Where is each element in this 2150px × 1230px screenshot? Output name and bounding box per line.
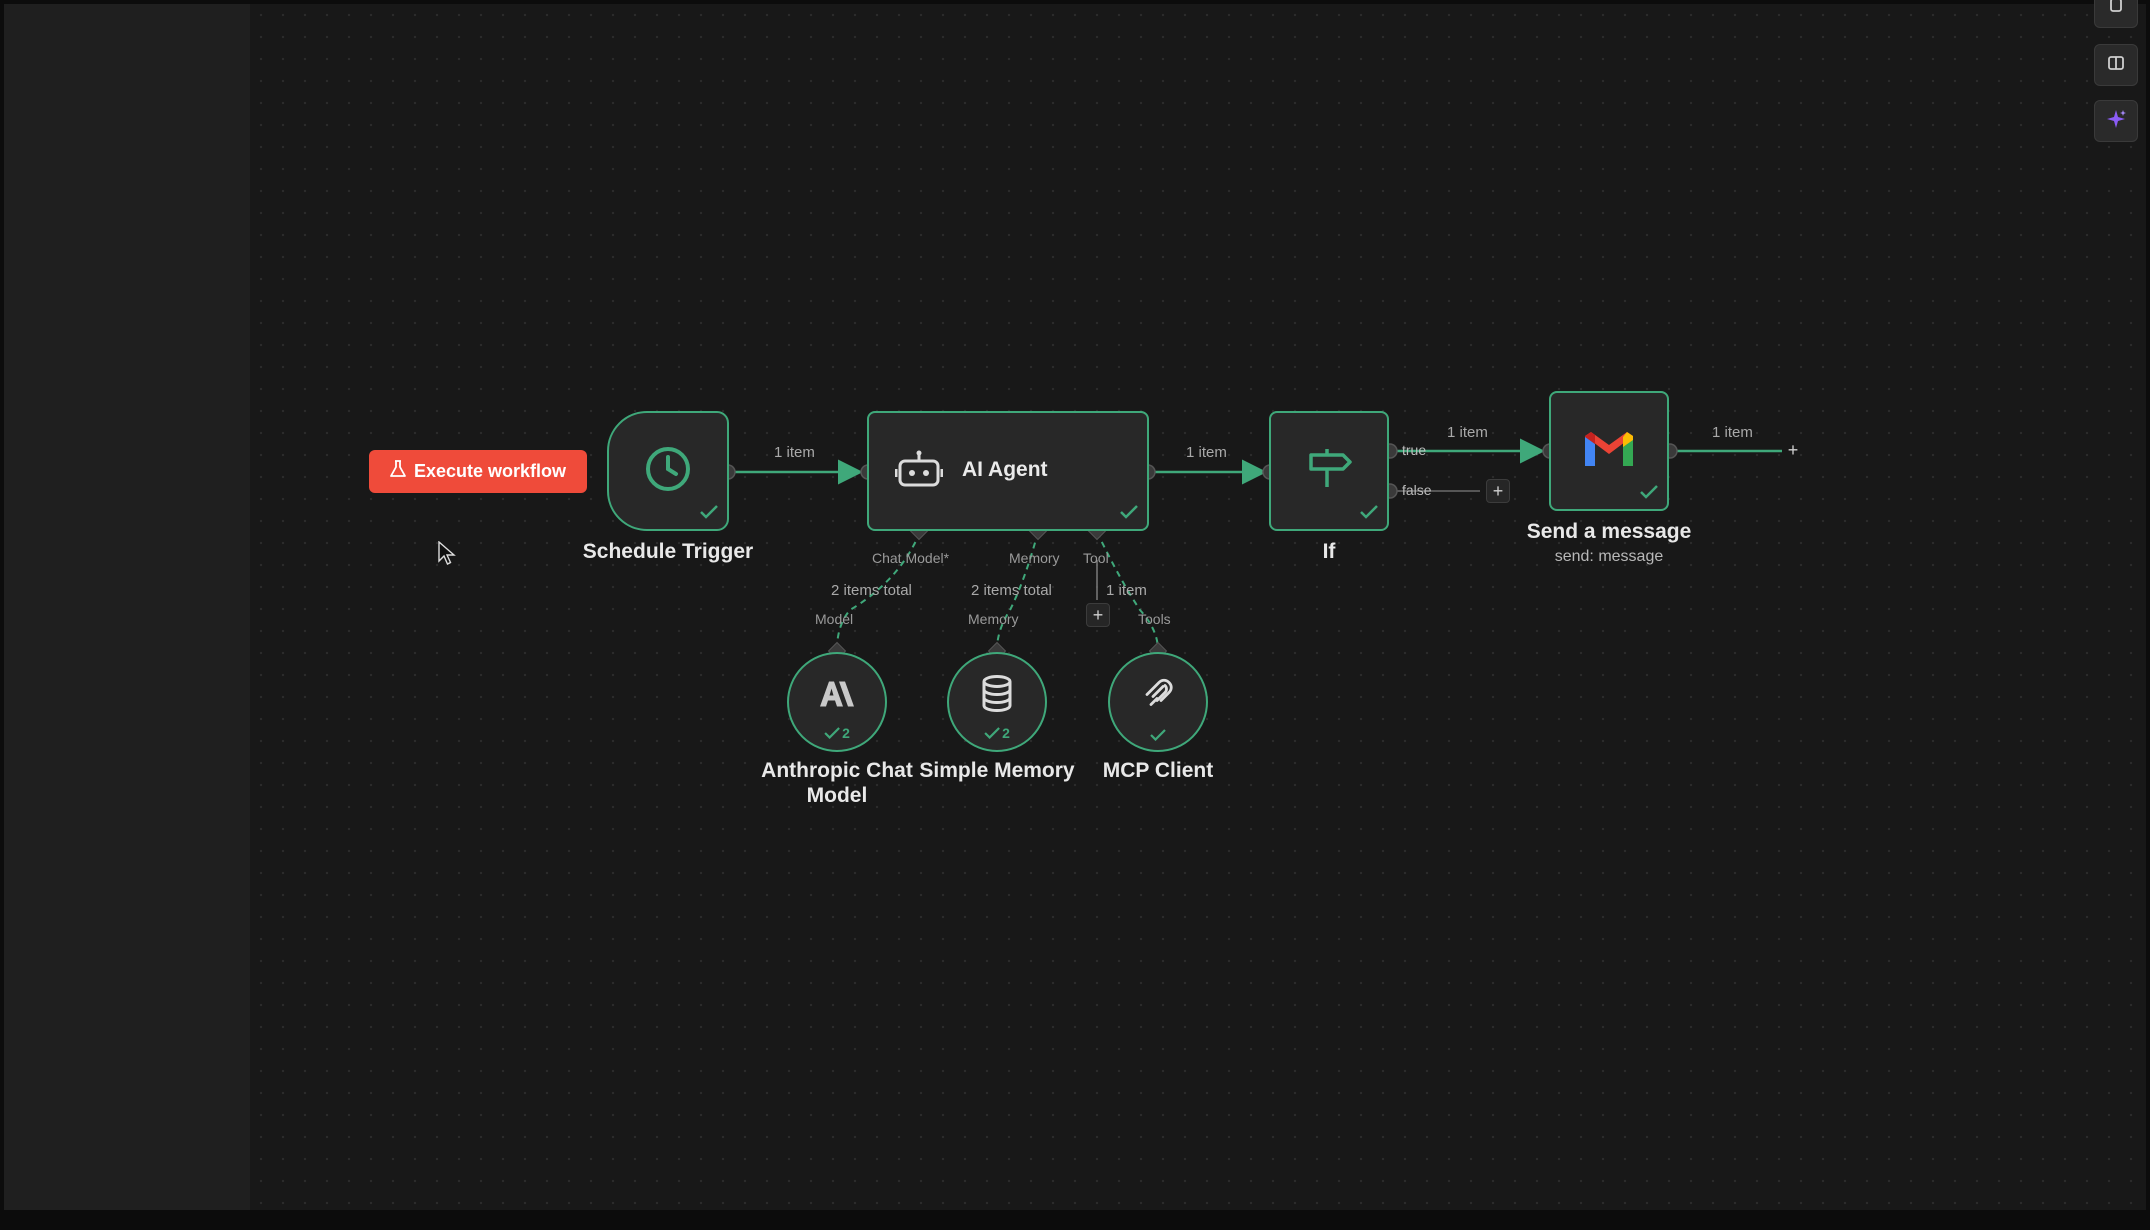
schedule-trigger-label: Schedule Trigger bbox=[582, 540, 754, 563]
success-check-icon bbox=[1359, 504, 1379, 525]
handle-tool: Tool bbox=[1083, 550, 1109, 566]
execute-workflow-label: Execute workflow bbox=[413, 461, 567, 481]
gmail-icon bbox=[1581, 428, 1637, 475]
if-node[interactable] bbox=[1269, 411, 1389, 531]
plus-icon: + bbox=[1492, 481, 1504, 501]
execute-workflow-button[interactable]: Execute workflow bbox=[369, 450, 587, 493]
handle-memory-input: Memory bbox=[968, 611, 1019, 627]
mcp-client-label: MCP Client bbox=[1102, 759, 1214, 782]
run-count: 2 bbox=[824, 725, 850, 741]
run-count: 2 bbox=[984, 725, 1010, 741]
schedule-trigger-node[interactable] bbox=[607, 411, 729, 531]
send-message-sublabel: send: message bbox=[1554, 548, 1664, 565]
flask-icon bbox=[390, 460, 406, 483]
edge-label-trigger: 1 item bbox=[774, 444, 815, 461]
robot-icon bbox=[894, 449, 944, 494]
edge-label-model: 2 items total bbox=[831, 582, 912, 599]
anthropic-chat-model-label: Anthropic Chat Model bbox=[761, 759, 913, 807]
handle-model-input: Model bbox=[815, 611, 854, 627]
success-check-icon bbox=[1119, 504, 1139, 525]
success-check-icon bbox=[699, 504, 719, 525]
run-status bbox=[1150, 729, 1166, 741]
add-false-branch-button[interactable]: + bbox=[1486, 479, 1510, 503]
add-tool-button[interactable]: + bbox=[1086, 603, 1110, 627]
database-icon bbox=[981, 675, 1013, 718]
simple-memory-label: Simple Memory bbox=[919, 759, 1075, 782]
send-message-label: Send a message bbox=[1526, 520, 1692, 543]
edge-label-agent: 1 item bbox=[1186, 444, 1227, 461]
if-label: If bbox=[1322, 540, 1336, 563]
add-next-node-button[interactable]: + bbox=[1782, 439, 1804, 461]
handle-tools-input: Tools bbox=[1138, 611, 1171, 627]
connections bbox=[720, 438, 1782, 661]
plus-icon: + bbox=[1092, 605, 1104, 625]
send-message-node[interactable] bbox=[1549, 391, 1669, 511]
handle-memory: Memory bbox=[1009, 550, 1060, 566]
handle-chat-model: Chat Model* bbox=[872, 550, 950, 566]
handle-true: true bbox=[1402, 442, 1427, 458]
success-check-icon bbox=[1639, 484, 1659, 505]
handle-false: false bbox=[1402, 482, 1432, 498]
edge-label-true: 1 item bbox=[1447, 424, 1488, 441]
plus-icon: + bbox=[1787, 440, 1799, 460]
anthropic-chat-model-node[interactable]: 2 bbox=[787, 652, 887, 752]
mcp-icon bbox=[1141, 677, 1175, 716]
mouse-cursor-icon bbox=[438, 540, 456, 572]
ai-agent-label: AI Agent bbox=[962, 458, 1048, 481]
anthropic-icon bbox=[817, 679, 857, 714]
mcp-client-node[interactable] bbox=[1108, 652, 1208, 752]
edge-label-send: 1 item bbox=[1712, 424, 1753, 441]
edge-label-tool: 1 item bbox=[1106, 582, 1147, 599]
edge-label-memory: 2 items total bbox=[971, 582, 1052, 599]
simple-memory-node[interactable]: 2 bbox=[947, 652, 1047, 752]
clock-icon bbox=[643, 444, 693, 499]
signpost-icon bbox=[1305, 447, 1353, 496]
